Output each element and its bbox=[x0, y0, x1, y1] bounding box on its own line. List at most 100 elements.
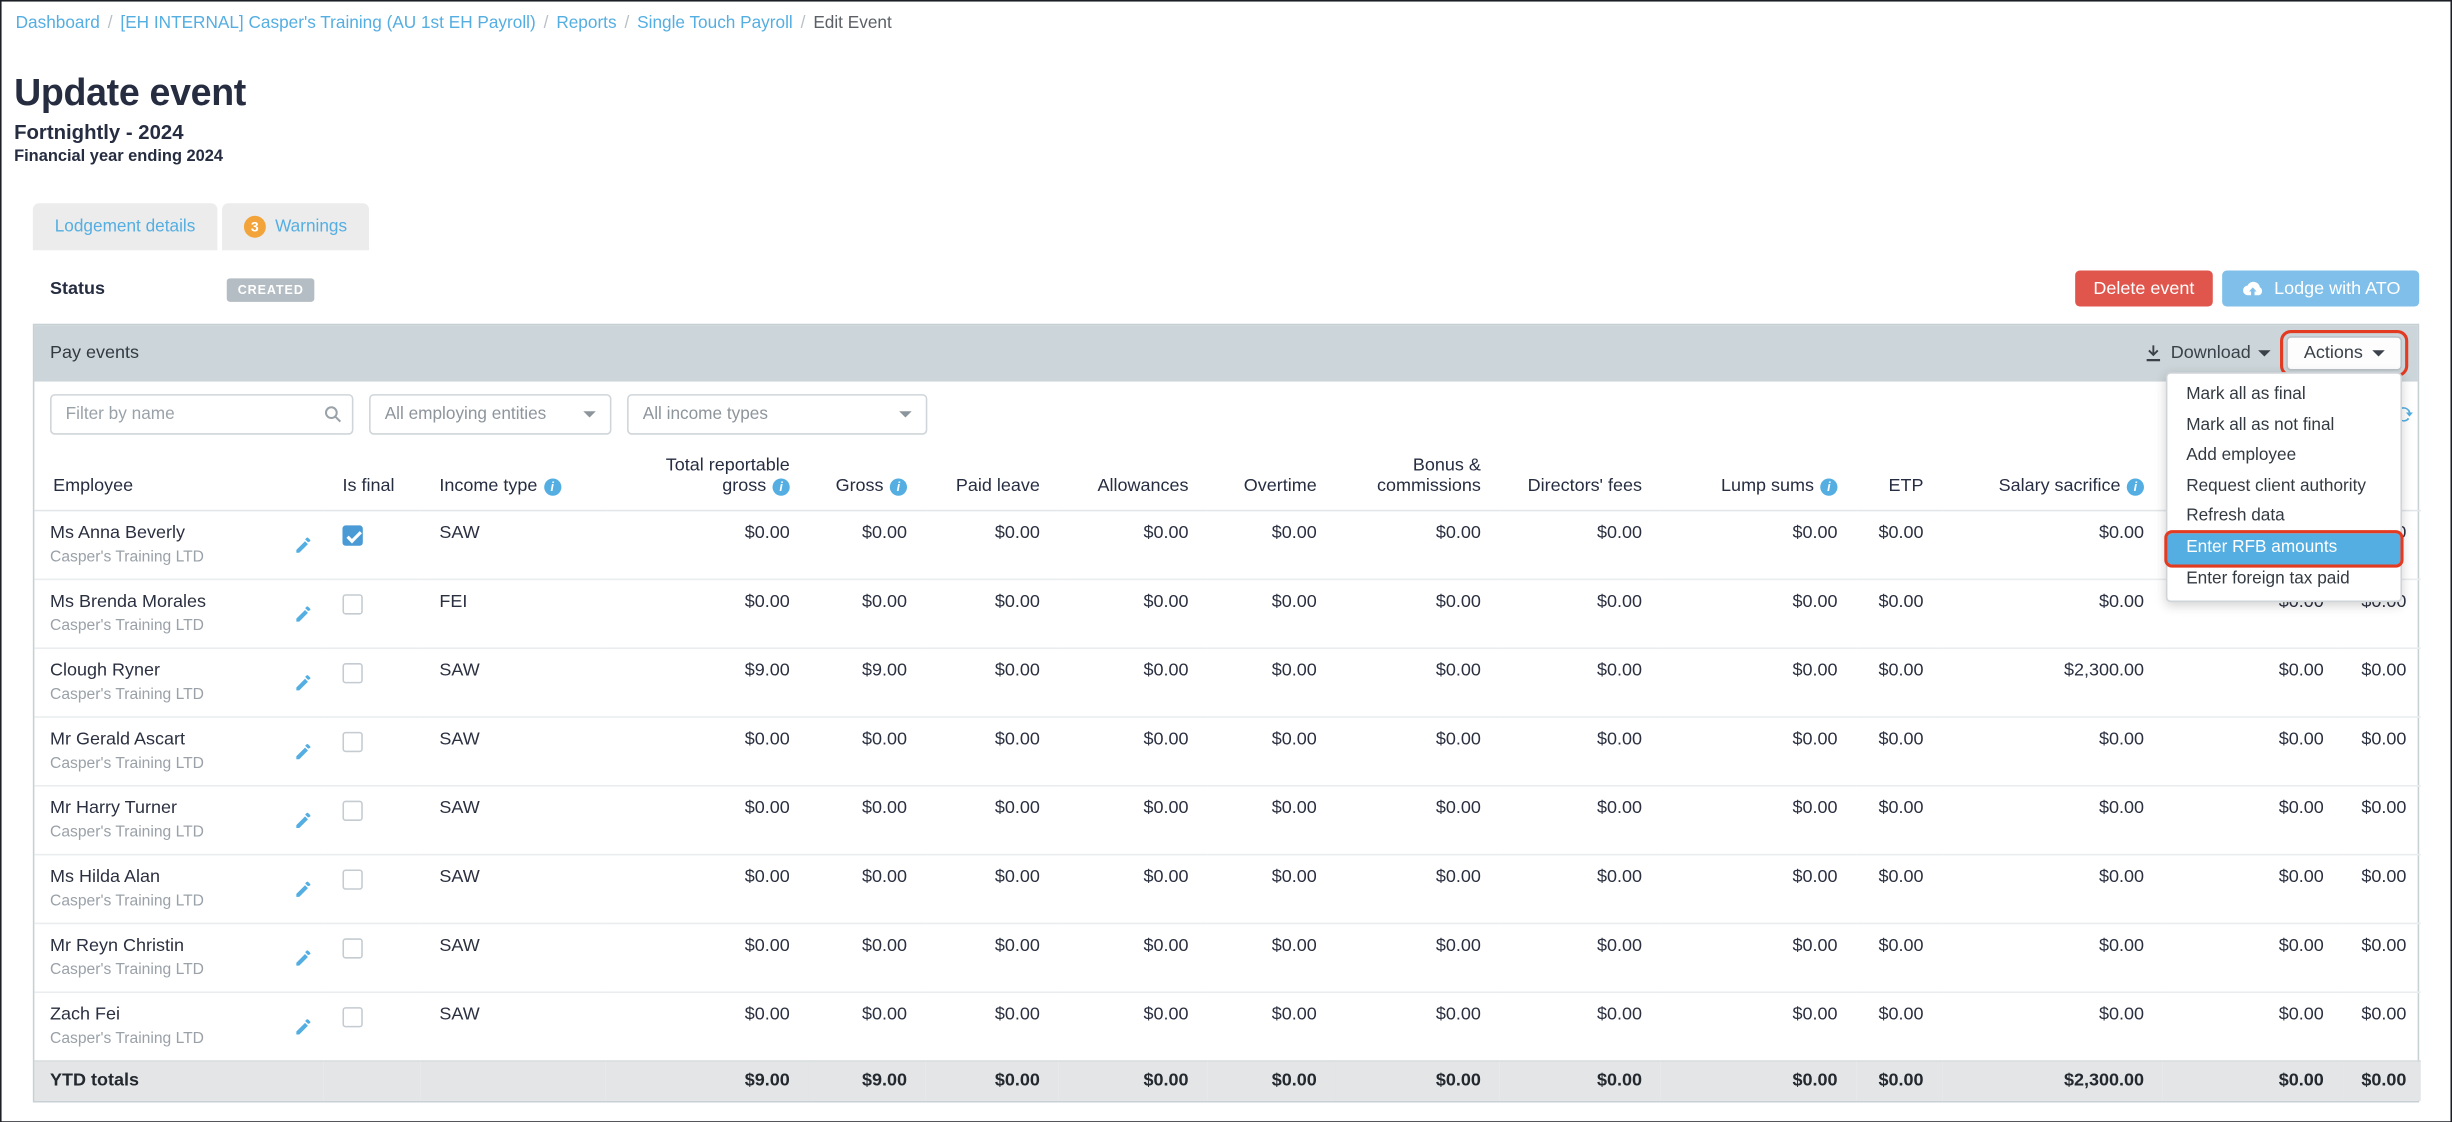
employee-cell: Mr Reyn ChristinCasper's Training LTD bbox=[34, 923, 323, 992]
pencil-icon[interactable] bbox=[294, 742, 313, 761]
panel-controls: Download Actions bbox=[2141, 336, 2402, 370]
cell-lump_sums: $0.00 bbox=[1661, 786, 1856, 855]
cell-total_reportable_gross: $0.00 bbox=[605, 855, 808, 924]
actions-label: Actions bbox=[2304, 344, 2363, 363]
cell-total_reportable_gross: $0.00 bbox=[605, 992, 808, 1061]
is-final-checkbox[interactable] bbox=[342, 801, 362, 821]
tab-label: Warnings bbox=[275, 217, 347, 236]
total-allowances: $0.00 bbox=[1059, 1061, 1208, 1101]
lodge-with-ato-button[interactable]: Lodge with ATO bbox=[2223, 271, 2420, 307]
total-etp: $0.00 bbox=[1856, 1061, 1942, 1101]
is-final-checkbox[interactable] bbox=[342, 525, 362, 545]
pencil-icon[interactable] bbox=[294, 1017, 313, 1036]
employee-row-mr-harry-turner: Mr Harry TurnerCasper's Training LTDSAW$… bbox=[34, 786, 2420, 855]
employing-entities-select[interactable]: All employing entities bbox=[369, 394, 611, 435]
table-header-row: EmployeeIs finalIncome typeiTotal report… bbox=[34, 447, 2420, 510]
pencil-icon[interactable] bbox=[294, 604, 313, 623]
is-final-cell bbox=[324, 717, 421, 786]
download-label: Download bbox=[2171, 344, 2251, 363]
cell-sg: $0.00 bbox=[2343, 717, 2421, 786]
download-button[interactable]: Download bbox=[2141, 338, 2274, 369]
employee-cell: Ms Hilda AlanCasper's Training LTD bbox=[34, 855, 323, 924]
cell-lump_sums: $0.00 bbox=[1661, 992, 1856, 1061]
info-icon[interactable]: i bbox=[544, 479, 561, 496]
menu-item-mark-all-as-not-final[interactable]: Mark all as not final bbox=[2167, 411, 2400, 442]
chevron-down-icon bbox=[899, 411, 912, 417]
breadcrumb-item-dashboard[interactable]: Dashboard bbox=[16, 14, 100, 33]
warning-count-badge: 3 bbox=[244, 216, 266, 238]
cell-allowances: $0.00 bbox=[1059, 648, 1208, 717]
breadcrumb-item-eh-internal-casper-s-training-[interactable]: [EH INTERNAL] Casper's Training (AU 1st … bbox=[120, 14, 535, 33]
is-final-checkbox[interactable] bbox=[342, 663, 362, 683]
is-final-checkbox[interactable] bbox=[342, 732, 362, 752]
cell-directors_fees: $0.00 bbox=[1500, 786, 1661, 855]
income-types-select[interactable]: All income types bbox=[627, 394, 927, 435]
income-type-cell: SAW bbox=[421, 855, 606, 924]
pencil-icon[interactable] bbox=[294, 811, 313, 830]
menu-item-request-client-authority[interactable]: Request client authority bbox=[2167, 472, 2400, 503]
pay-events-panel: Pay events Download Actions bbox=[33, 324, 2419, 1103]
tab-lodgement-details[interactable]: Lodgement details bbox=[33, 203, 217, 250]
employee-company: Casper's Training LTD bbox=[50, 824, 283, 841]
cell-directors_fees: $0.00 bbox=[1500, 717, 1661, 786]
cell-etp: $0.00 bbox=[1856, 648, 1942, 717]
pencil-icon[interactable] bbox=[294, 673, 313, 692]
cell-paid_leave: $0.00 bbox=[926, 992, 1059, 1061]
cell-bonus_commissions: $0.00 bbox=[1335, 511, 1499, 580]
cell-covered_column: $0.00 bbox=[2163, 648, 2343, 717]
breadcrumb-separator: / bbox=[620, 14, 634, 33]
cell-etp: $0.00 bbox=[1856, 717, 1942, 786]
page-header: Update event Fortnightly - 2024 Financia… bbox=[2, 72, 2451, 166]
cell-total_reportable_gross: $0.00 bbox=[605, 923, 808, 992]
breadcrumb-item-reports[interactable]: Reports bbox=[556, 14, 616, 33]
is-final-checkbox[interactable] bbox=[342, 594, 362, 614]
info-icon[interactable]: i bbox=[773, 479, 790, 496]
breadcrumb-item-single-touch-payroll[interactable]: Single Touch Payroll bbox=[637, 14, 793, 33]
menu-item-mark-all-as-final[interactable]: Mark all as final bbox=[2167, 380, 2400, 411]
totals-empty-cell bbox=[324, 1061, 421, 1101]
cell-overtime: $0.00 bbox=[1207, 855, 1335, 924]
is-final-checkbox[interactable] bbox=[342, 1007, 362, 1027]
cell-allowances: $0.00 bbox=[1059, 992, 1208, 1061]
page-title: Update event bbox=[14, 72, 2450, 116]
cell-salary_sacrifice: $0.00 bbox=[1942, 855, 2162, 924]
status-row: Status CREATED Delete event Lodge with A… bbox=[33, 271, 2419, 309]
filter-by-name-input[interactable] bbox=[50, 394, 353, 435]
cell-covered_column: $0.00 bbox=[2163, 923, 2343, 992]
pencil-icon[interactable] bbox=[294, 948, 313, 967]
info-icon[interactable]: i bbox=[890, 479, 907, 496]
is-final-checkbox[interactable] bbox=[342, 938, 362, 958]
total-covered_column: $0.00 bbox=[2163, 1061, 2343, 1101]
employee-company: Casper's Training LTD bbox=[50, 687, 283, 704]
income-type-cell: SAW bbox=[421, 511, 606, 580]
cell-sg: $0.00 bbox=[2343, 992, 2421, 1061]
info-icon[interactable]: i bbox=[1820, 479, 1837, 496]
delete-event-button[interactable]: Delete event bbox=[2075, 271, 2214, 307]
total-gross: $9.00 bbox=[808, 1061, 925, 1101]
cell-bonus_commissions: $0.00 bbox=[1335, 855, 1499, 924]
menu-item-enter-rfb-amounts[interactable]: Enter RFB amounts bbox=[2167, 533, 2400, 564]
menu-item-enter-foreign-tax-paid[interactable]: Enter foreign tax paid bbox=[2167, 564, 2400, 595]
menu-item-refresh-data[interactable]: Refresh data bbox=[2167, 503, 2400, 534]
tab-warnings[interactable]: 3 Warnings bbox=[222, 203, 369, 250]
cell-total_reportable_gross: $0.00 bbox=[605, 786, 808, 855]
cell-paid_leave: $0.00 bbox=[926, 855, 1059, 924]
total-bonus_commissions: $0.00 bbox=[1335, 1061, 1499, 1101]
employee-name: Ms Anna Beverly bbox=[50, 524, 283, 543]
actions-button[interactable]: Actions bbox=[2287, 336, 2402, 370]
employee-cell: Ms Brenda MoralesCasper's Training LTD bbox=[34, 579, 323, 648]
cell-lump_sums: $0.00 bbox=[1661, 717, 1856, 786]
tab-label: Lodgement details bbox=[55, 217, 196, 236]
cell-bonus_commissions: $0.00 bbox=[1335, 786, 1499, 855]
chevron-down-icon bbox=[2259, 350, 2272, 356]
pencil-icon[interactable] bbox=[294, 880, 313, 899]
cell-sg: $0.00 bbox=[2343, 855, 2421, 924]
income-types-value: All income types bbox=[643, 405, 768, 424]
info-icon[interactable]: i bbox=[2127, 479, 2144, 496]
cell-salary_sacrifice: $0.00 bbox=[1942, 511, 2162, 580]
menu-item-add-employee[interactable]: Add employee bbox=[2167, 441, 2400, 472]
cell-lump_sums: $0.00 bbox=[1661, 511, 1856, 580]
cell-overtime: $0.00 bbox=[1207, 648, 1335, 717]
is-final-checkbox[interactable] bbox=[342, 869, 362, 889]
pencil-icon[interactable] bbox=[294, 536, 313, 555]
